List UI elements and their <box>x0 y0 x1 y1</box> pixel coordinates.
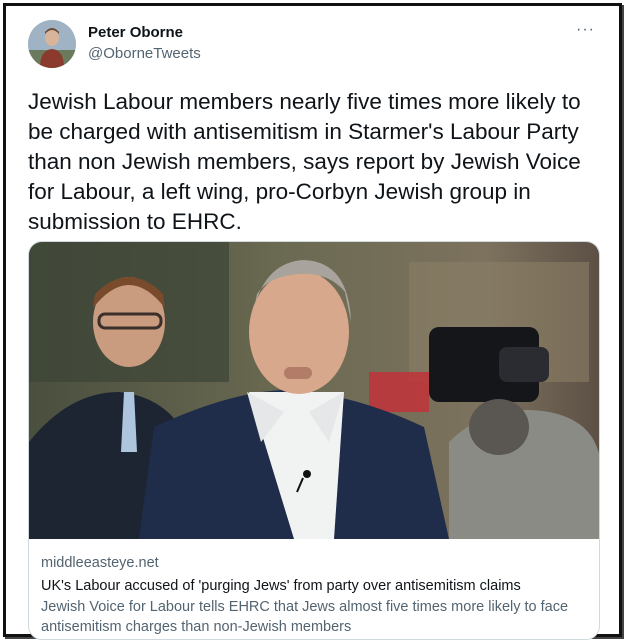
author-handle[interactable]: @OborneTweets <box>88 44 201 64</box>
card-domain: middleeasteye.net <box>41 555 159 571</box>
card-description: Jewish Voice for Labour tells EHRC that … <box>41 599 569 635</box>
card-title: UK's Labour accused of 'purging Jews' fr… <box>41 578 521 594</box>
link-preview-card[interactable]: middleeasteye.net UK's Labour accused of… <box>28 241 600 640</box>
more-options-icon[interactable]: ··· <box>576 22 595 38</box>
author-name[interactable]: Peter Oborne <box>88 24 201 42</box>
tweet-text: Jewish Labour members nearly five times … <box>28 89 581 234</box>
avatar-photo <box>28 20 76 68</box>
author-avatar[interactable] <box>28 20 76 68</box>
author-block: Peter Oborne @OborneTweets <box>88 24 201 64</box>
card-meta: middleeasteye.net UK's Labour accused of… <box>41 553 591 637</box>
tweet-frame: Peter Oborne @OborneTweets ··· Jewish La… <box>3 3 622 640</box>
card-image <box>29 242 599 539</box>
